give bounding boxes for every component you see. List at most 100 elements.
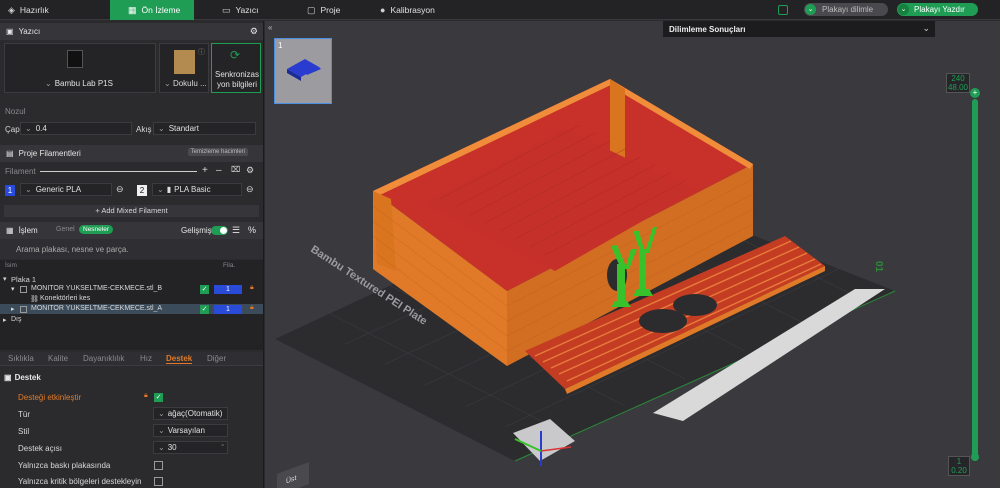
tab-speed[interactable]: Hız [140,354,152,363]
export-icon[interactable] [778,5,788,15]
info-icon[interactable]: ⓘ [198,47,205,57]
chevron-down-icon: ⌄ [45,79,52,88]
project-icon: ▢ [307,4,316,15]
support-angle-label: Destek açısı [18,444,63,453]
percent-icon[interactable]: % [248,225,256,235]
col-filament: Fila. [223,262,236,269]
settings-tabs: Sıklıkla Kalite Dayanıklılık Hız Destek … [0,352,263,366]
tab-preview[interactable]: ▦ Ön İzleme [110,0,194,20]
tab-frequent[interactable]: Sıklıkla [8,354,34,363]
list-icon[interactable]: ☰ [232,225,240,236]
printer-icon: ▣ [6,27,14,36]
gear-icon[interactable]: ⚙ [246,165,254,176]
slice-plate-button[interactable]: ⌄ Plakayı dilimle [804,3,888,16]
tab-support[interactable]: Destek [166,354,193,364]
layer-top-readout: 240 48.00 [946,73,970,93]
layer-bottom-handle[interactable] [971,453,979,461]
tab-calibration[interactable]: ● Kalibrasyon [380,0,460,20]
advanced-toggle[interactable] [211,226,228,235]
list-item[interactable]: ⛓︎ Konektörleri kes [0,294,263,304]
search-bar[interactable]: Arama plakası, nesne ve parça. [0,239,263,259]
layer-bottom-count: 1 [956,457,962,466]
flush-volumes-button[interactable]: Temizleme hacimleri [187,148,248,156]
lock-icon[interactable]: 🔒︎ [250,304,254,312]
add-mixed-filament-button[interactable]: + Add Mixed Filament [4,205,259,217]
printer-selector[interactable]: ⌄ Bambu Lab P1S [4,43,156,93]
chevron-down-icon: ⌄ [898,4,909,15]
filament-2-swatch[interactable]: 2 [137,185,147,196]
tab-quality[interactable]: Kalite [48,354,68,363]
connectors-label: Konektörleri kes [40,295,91,302]
object-icon [20,306,27,313]
list-item[interactable]: ▸ MONITOR YUKSELTME-CEKMECE.stl_A ✓ 1 🔒︎ [0,304,263,314]
tab-project-label: Proje [320,5,341,15]
chevron-right-icon: ▸ [3,317,7,324]
sync-label-line1: Senkronizas [214,70,260,79]
chevron-down-icon: ⌄ [158,409,165,418]
3d-viewport[interactable]: « 1 Dilimleme Sonuçları ⌄ Bambu Textured… [265,21,1000,488]
tab-project[interactable]: ▢ Proje [307,0,367,20]
tab-prepare[interactable]: ◈ Hazırlık [8,0,98,20]
tab-strength[interactable]: Dayanıklılık [83,354,124,363]
plate-type-label: Dokulu ... [172,79,207,88]
list-item[interactable]: ▸ Dış [0,315,263,325]
filament-2-spool-icon: ▮ [166,185,172,194]
support-style-select[interactable]: ⌄ Varsayılan [153,424,228,437]
object-icon [20,286,27,293]
enable-support-checkbox[interactable]: ✓ [154,393,163,402]
print-plate-button[interactable]: ⌄ Plakayı Yazdır [897,3,978,16]
layer-slider-track[interactable] [972,99,978,461]
process-section-title: İşlem [18,226,38,235]
advanced-label: Gelişmiş [181,226,212,235]
tab-global[interactable]: Genel [56,226,75,233]
diameter-select[interactable]: ⌄ 0.4 [20,122,132,135]
printer-section-header: ▣ Yazıcı ⚙ [0,23,263,40]
tab-others[interactable]: Diğer [207,354,226,363]
filament-1-swatch[interactable]: 1 [5,185,15,196]
plate-type-selector[interactable]: ⓘ ⌄ Dokulu ... [159,43,209,93]
flow-select[interactable]: ⌄ Standart [153,122,256,135]
filament-2-select[interactable]: ⌄ ▮ PLA Basic [152,183,242,196]
sync-label: Senkronizas yon bilgileri [212,70,262,90]
support-angle-input[interactable]: ⌄ 30 ° [153,441,228,454]
layer-bottom-height: 0.20 [951,466,967,475]
object-a-checkbox[interactable]: ✓ [200,305,209,314]
chevron-right-icon: ▸ [11,306,15,313]
remove-icon[interactable]: – [216,165,222,176]
support-title-label: Destek [14,373,41,382]
object-a-filament[interactable]: 1 [214,305,242,314]
tab-objects[interactable]: Nesneler [79,225,114,234]
printer-thumbnail [67,50,83,68]
diameter-label: Çap [5,125,20,134]
list-item[interactable]: ▾ MONITOR YUKSELTME-CEKMECE.stl_B ✓ 1 🔒︎ [0,284,263,294]
tab-device[interactable]: ▭ Yazıcı [222,0,282,20]
sync-info-button[interactable]: ⟳ Senkronizas yon bilgileri [211,43,261,93]
clear-icon[interactable]: ⌧ [231,165,240,174]
remove-filament-icon[interactable]: ⊖ [116,184,124,195]
search-input[interactable]: Arama plakası, nesne ve parça. [16,245,129,254]
object-b-checkbox[interactable]: ✓ [200,285,209,294]
flow-value: Standart [168,124,199,133]
support-type-select[interactable]: ⌄ ağaç(Otomatik) [153,407,228,420]
nozzle-label: Nozul [5,107,26,116]
gear-icon[interactable]: ⚙ [250,26,258,37]
support-style-label: Stil [18,427,30,436]
filament-1-select[interactable]: ⌄ Generic PLA [20,183,112,196]
layer-bottom-readout: 1 0.20 [948,456,970,476]
layer-top-count: 240 [951,74,965,83]
col-name: İsim [5,262,17,269]
top-toolbar: ◈ Hazırlık ▦ Ön İzleme ▭ Yazıcı ▢ Proje … [0,0,1000,20]
remove-filament-icon[interactable]: ⊖ [246,184,254,195]
lock-icon[interactable]: 🔒︎ [250,284,254,292]
plate-type-text: ⌄ Dokulu ... [164,79,207,88]
critical-only-checkbox[interactable] [154,477,163,486]
object-b-filament[interactable]: 1 [214,285,242,294]
layer-top-handle[interactable]: + [970,88,980,98]
plate-only-checkbox[interactable] [154,461,163,470]
add-icon[interactable]: + [202,165,208,176]
flow-label: Akış [136,125,152,134]
connector-icon: ⛓︎ [30,296,39,303]
filament-2-index: 2 [139,186,145,195]
list-item[interactable]: ▾ Plaka 1 [0,274,263,284]
lock-icon[interactable]: 🔒︎ [144,392,148,400]
